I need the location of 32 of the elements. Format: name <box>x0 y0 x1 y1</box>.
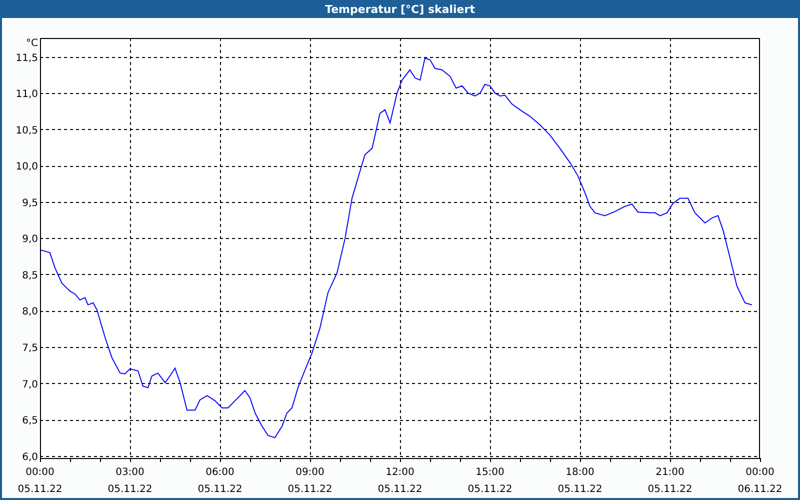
x-tick-date: 05.11.22 <box>648 484 692 495</box>
y-tick-label: 6,5 <box>22 416 38 427</box>
y-tick-label: 10,0 <box>16 162 38 173</box>
x-tick-time: 06:00 <box>206 467 234 478</box>
x-tick-date: 06.11.22 <box>738 484 782 495</box>
y-tick-label: 7,5 <box>22 343 38 354</box>
y-tick-label: 8,0 <box>22 306 38 318</box>
x-tick-time: 18:00 <box>566 467 594 478</box>
y-tick-label: 10,5 <box>16 125 38 136</box>
x-tick-time: 15:00 <box>476 467 504 478</box>
y-tick-label: 9,0 <box>22 234 38 246</box>
x-tick-date: 05.11.22 <box>198 484 242 495</box>
x-tick-time: 00:00 <box>746 467 774 478</box>
y-tick-label: 11,5 <box>16 52 38 64</box>
y-axis-unit: °C <box>26 38 38 49</box>
x-tick-date: 05.11.22 <box>18 484 62 495</box>
y-tick-label: 8,5 <box>22 270 38 282</box>
x-tick-time: 03:00 <box>116 467 144 478</box>
x-tick-time: 09:00 <box>296 467 324 478</box>
y-tick-label: 7,0 <box>22 379 38 390</box>
y-tick-label: 6,0 <box>22 452 38 463</box>
x-tick-date: 05.11.22 <box>288 484 332 495</box>
x-tick-time: 12:00 <box>386 467 414 478</box>
x-tick-date: 05.11.22 <box>108 484 152 495</box>
y-tick-label: 11,0 <box>16 89 38 100</box>
x-tick-time: 21:00 <box>656 467 684 478</box>
x-tick-date: 05.11.22 <box>378 484 422 495</box>
x-tick-time: 00:00 <box>26 467 54 478</box>
x-tick-date: 05.11.22 <box>558 484 602 495</box>
y-tick-label: 9,5 <box>22 198 38 209</box>
x-tick-date: 05.11.22 <box>468 484 512 495</box>
window-title: Temperatur [°C] skaliert <box>2 0 798 18</box>
